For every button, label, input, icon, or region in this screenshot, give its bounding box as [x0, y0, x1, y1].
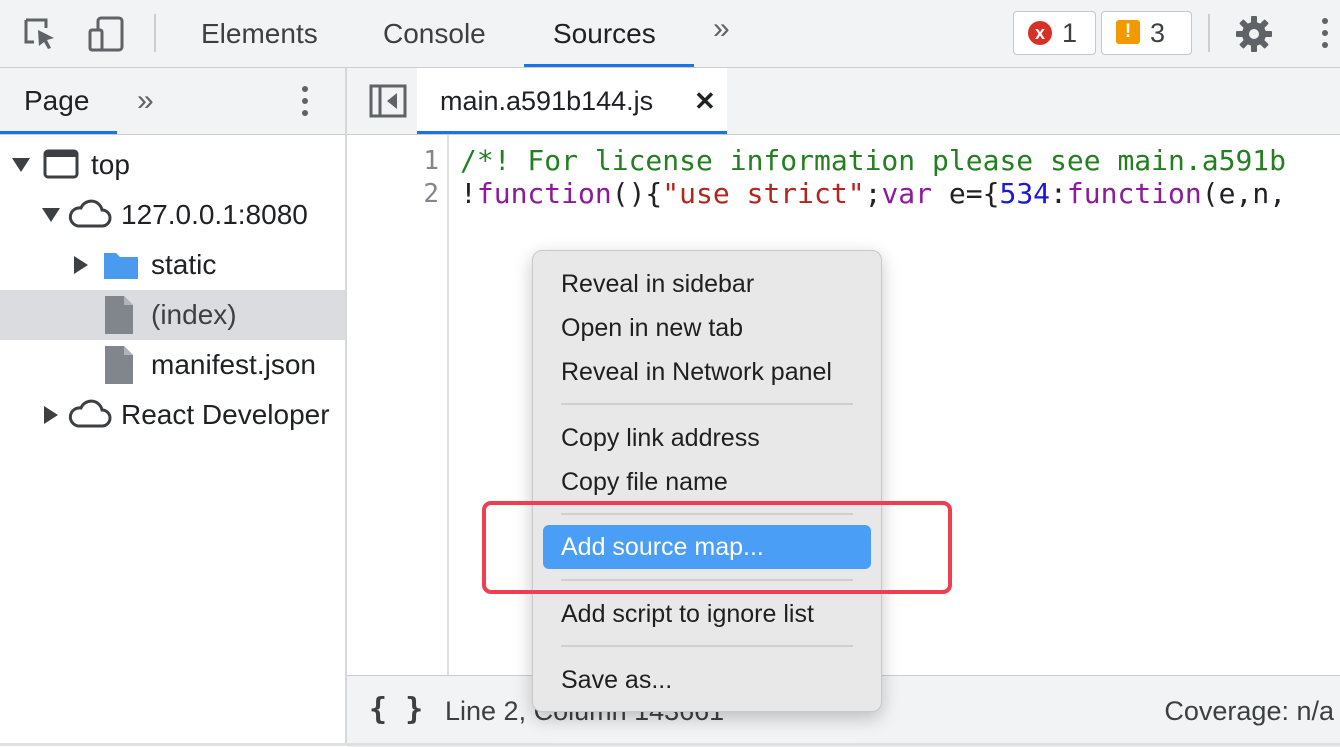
code-token: (e,n,: [1201, 177, 1287, 210]
menu-item-reveal-in-sidebar[interactable]: Reveal in sidebar: [561, 262, 754, 306]
error-count-badge[interactable]: x 1: [1013, 11, 1096, 55]
sources-navigator: Page » top 127.0.0.1:8080 static (index)…: [0, 68, 347, 746]
tree-item-label: React Developer: [121, 399, 330, 430]
cloud-icon: [68, 199, 112, 228]
inspect-element-icon[interactable]: [20, 14, 60, 54]
menu-item-reveal-in-network-panel[interactable]: Reveal in Network panel: [561, 350, 832, 394]
tree-item-index[interactable]: (index): [0, 290, 345, 340]
file-icon: [105, 346, 133, 384]
menu-item-copy-file-name[interactable]: Copy file name: [561, 460, 728, 504]
collapse-arrow-icon[interactable]: [74, 256, 88, 274]
folder-icon: [104, 253, 138, 279]
warning-icon: !: [1116, 20, 1140, 44]
navigator-menu-kebab-icon[interactable]: [302, 86, 308, 122]
code-token: ;: [864, 177, 882, 210]
code-token: function: [1066, 177, 1202, 210]
menu-separator: [561, 645, 853, 647]
error-count: 1: [1062, 18, 1078, 48]
pretty-print-icon[interactable]: { }: [369, 676, 423, 744]
menu-item-save-as[interactable]: Save as...: [561, 658, 672, 702]
tree-item-react-developer[interactable]: React Developer: [0, 390, 345, 440]
menu-item-add-script-to-ignore-list[interactable]: Add script to ignore list: [561, 592, 814, 636]
tree-item-top[interactable]: top: [0, 140, 345, 190]
editor-tab-bar: main.a591b144.js ✕: [347, 68, 1340, 135]
cloud-icon: [68, 399, 112, 428]
code-line-1[interactable]: /*! For license information please see m…: [460, 144, 1286, 177]
menu-separator: [561, 403, 853, 405]
tab-console[interactable]: Console: [383, 0, 486, 67]
tab-page[interactable]: Page: [24, 68, 89, 134]
error-icon: x: [1028, 21, 1052, 45]
code-line-2[interactable]: !function(){"use strict";var e={534:func…: [460, 177, 1286, 210]
warning-count: 3: [1150, 18, 1166, 48]
code-token: :: [1050, 177, 1067, 210]
code-token: function: [476, 177, 612, 210]
coverage-status[interactable]: Coverage: n/a: [1164, 676, 1334, 746]
tree-item-label: top: [91, 149, 130, 180]
collapse-arrow-icon[interactable]: [44, 406, 58, 424]
menu-item-copy-link-address[interactable]: Copy link address: [561, 416, 760, 460]
tree-item-label: 127.0.0.1:8080: [121, 199, 308, 230]
toolbar-divider: [1208, 14, 1210, 52]
gutter-divider: [447, 135, 449, 675]
expand-arrow-icon[interactable]: [42, 208, 60, 222]
code-token: (){: [611, 177, 663, 210]
tree-item-static[interactable]: static: [0, 240, 345, 290]
menu-item-open-in-new-tab[interactable]: Open in new tab: [561, 306, 743, 350]
toggle-navigator-icon[interactable]: [369, 84, 407, 118]
code-token: "use strict": [662, 177, 865, 210]
tree-item-label: manifest.json: [151, 349, 316, 380]
frame-icon: [43, 149, 79, 179]
code-token: 534: [999, 177, 1051, 210]
context-menu: Reveal in sidebar Open in new tab Reveal…: [532, 250, 882, 712]
tree-item-label: (index): [151, 299, 237, 330]
expand-arrow-icon[interactable]: [12, 158, 30, 172]
tab-sources[interactable]: Sources: [553, 0, 656, 67]
code-token: !: [460, 177, 477, 210]
devtools-toolbar: Elements Console Sources » x 1 ! 3: [0, 0, 1340, 68]
device-toolbar-icon[interactable]: [86, 14, 126, 54]
tree-item-host[interactable]: 127.0.0.1:8080: [0, 190, 345, 240]
file-tab-label[interactable]: main.a591b144.js: [440, 68, 653, 134]
warning-count-badge[interactable]: ! 3: [1101, 11, 1192, 55]
settings-gear-icon[interactable]: [1234, 14, 1274, 54]
page-tab-indicator: [0, 131, 117, 134]
line-number: 1: [423, 146, 439, 176]
more-tabs-chevron-icon[interactable]: »: [713, 12, 730, 46]
close-tab-icon[interactable]: ✕: [694, 68, 716, 134]
tree-item-label: static: [151, 249, 217, 280]
line-number: 2: [423, 179, 439, 209]
tab-elements[interactable]: Elements: [201, 0, 318, 67]
active-tab-indicator: [524, 64, 694, 67]
file-icon: [105, 296, 133, 334]
annotation-highlight-box: [482, 501, 952, 594]
more-navigator-tabs-chevron-icon[interactable]: »: [137, 84, 154, 118]
toolbar-divider: [154, 14, 156, 52]
tree-item-manifest[interactable]: manifest.json: [0, 340, 345, 390]
customize-menu-kebab-icon[interactable]: [1322, 18, 1328, 54]
navigator-header: Page »: [0, 68, 345, 135]
code-token: e={: [932, 177, 1000, 210]
code-token: var: [881, 177, 933, 210]
